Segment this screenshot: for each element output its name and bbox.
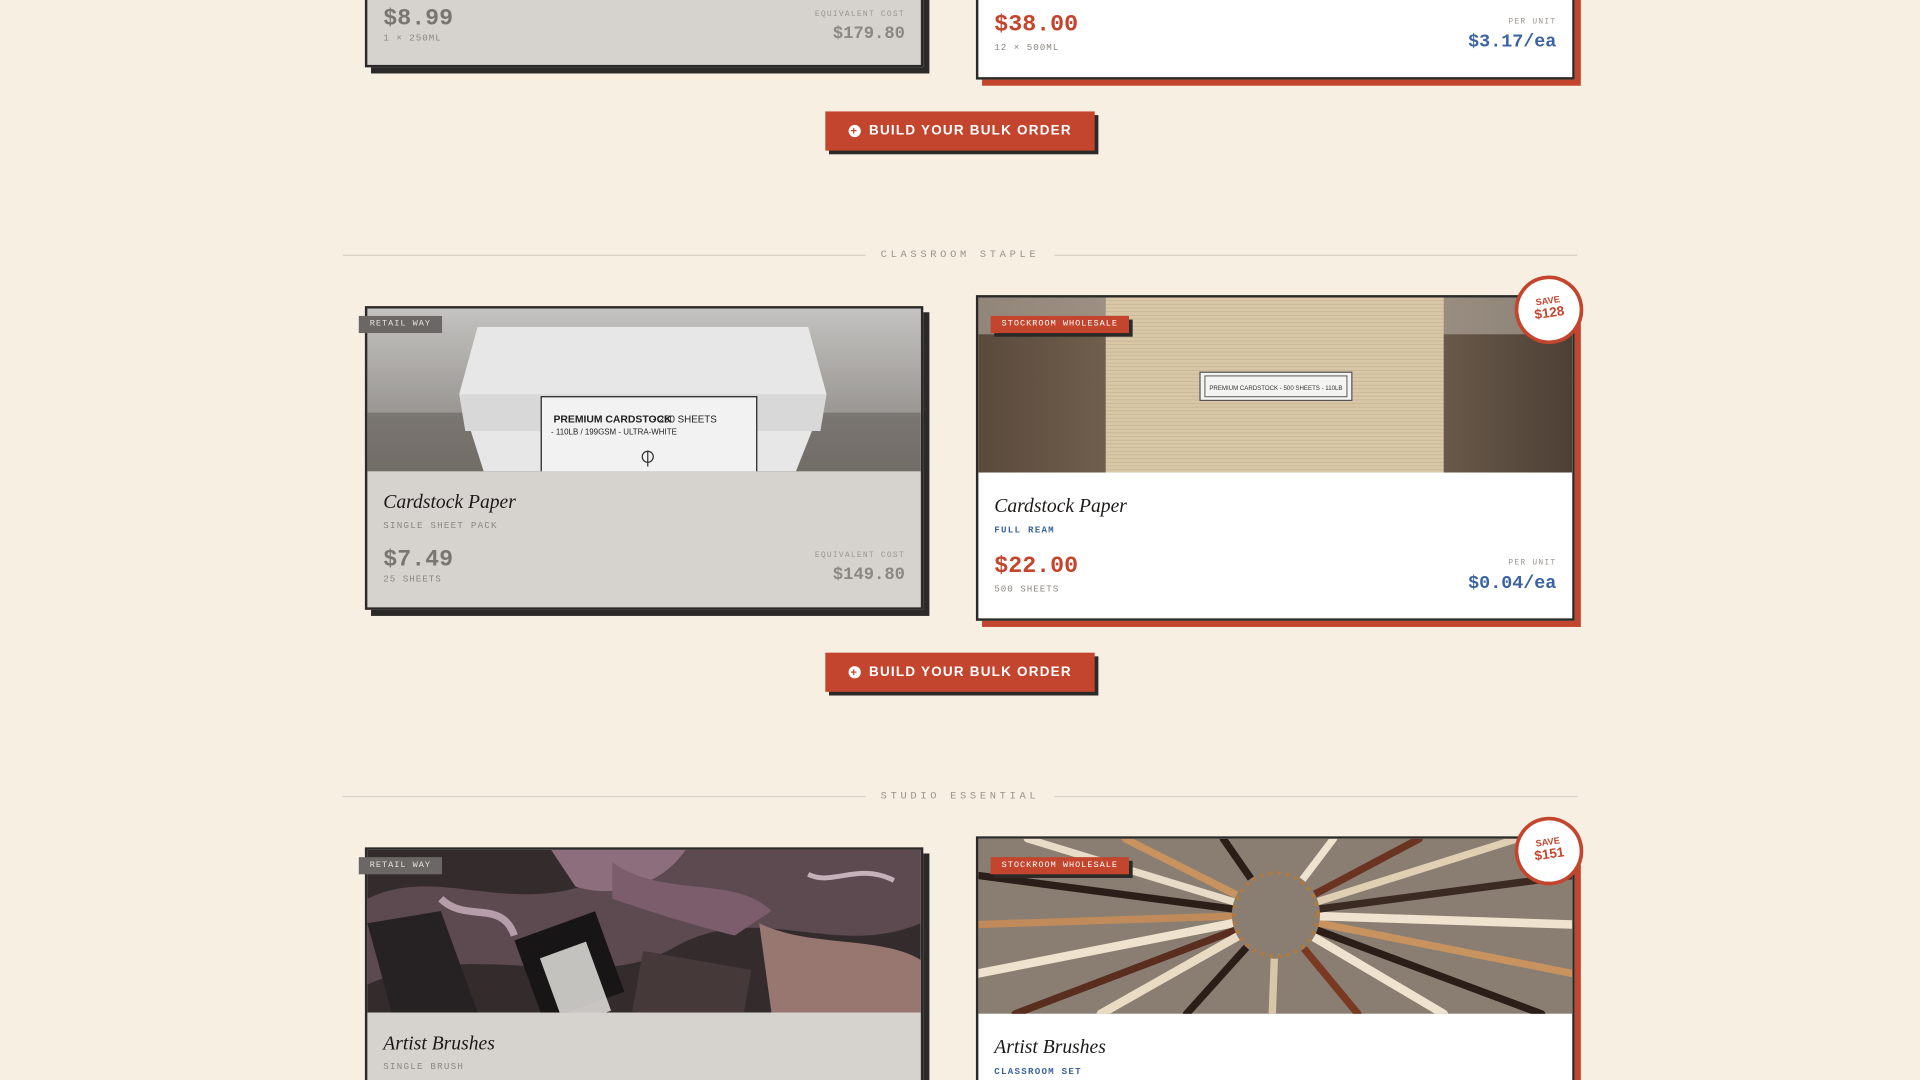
equivalent-cost-label: EQUIVALENT COST [814, 551, 905, 560]
cardstock-stack-image: PREMIUM CARDSTOCK - 250 SHEETS - 110LB /… [367, 308, 921, 472]
wholesale-price: $22.00 [994, 552, 1079, 580]
equivalent-cost-label: EQUIVALENT COST [814, 9, 905, 19]
wholesale-card-cardstock[interactable]: PREMIUM CARDSTOCK - 500 SHEETS - 110LB S… [975, 271, 1588, 621]
retail-card-brushes[interactable]: RETAIL WAY Artist Brushes SINGLE BRUSH [358, 847, 924, 1080]
build-bulk-order-label: BUILD YOUR BULK ORDER [868, 664, 1072, 680]
wholesale-card-top[interactable]: $38.00 12 × 500ML PER UNIT $3.17/ea [975, 0, 1575, 80]
per-unit-value: $0.04/ea [1468, 573, 1557, 594]
wholesale-price: $38.00 [994, 11, 1079, 38]
wholesale-card-brushes[interactable]: STOCKROOM WHOLESALE SAVE $151 Artist Bru… [975, 812, 1588, 1080]
per-unit-label: PER UNIT [1508, 558, 1557, 567]
product-title: Cardstock Paper [383, 492, 516, 514]
product-image: PREMIUM CARDSTOCK - 250 SHEETS - 110LB /… [367, 308, 921, 472]
product-subtitle: FULL REAM [994, 526, 1055, 537]
product-title: Artist Brushes [994, 1037, 1106, 1058]
stockroom-wholesale-tag: STOCKROOM WHOLESALE [990, 315, 1130, 334]
plus-icon: + [848, 124, 861, 138]
build-bulk-order-label: BUILD YOUR BULK ORDER [868, 123, 1072, 139]
plus-icon: + [848, 666, 861, 679]
build-bulk-order-button[interactable]: + BUILD YOUR BULK ORDER [825, 111, 1095, 151]
page: $8.99 1 × 250ML EQUIVALENT COST $179.80 … [0, 0, 1920, 1080]
wholesale-qty: 500 SHEETS [994, 585, 1060, 596]
equivalent-cost-value: $149.80 [832, 565, 905, 586]
product-subtitle: CLASSROOM SET [994, 1067, 1082, 1078]
retail-qty: 1 × 250ML [383, 34, 442, 45]
retail-way-tag: RETAIL WAY [358, 315, 443, 334]
wholesale-qty: 12 × 500ML [994, 44, 1060, 54]
section-label: CLASSROOM STAPLE [0, 248, 1920, 261]
package-label-line1b: - 250 SHEETS [653, 414, 718, 425]
equivalent-cost-value: $179.80 [832, 24, 905, 45]
package-label-line2: - 110LB / 199GSM - ULTRA-WHITE [551, 428, 677, 437]
per-unit-label: PER UNIT [1508, 17, 1557, 26]
section-label-text: CLASSROOM STAPLE [865, 248, 1055, 261]
section-label: STUDIO ESSENTIAL [0, 789, 1920, 803]
retail-way-tag: RETAIL WAY [358, 857, 443, 875]
retail-card-top[interactable]: $8.99 1 × 250ML EQUIVALENT COST $179.80 [364, 0, 924, 68]
product-image [367, 849, 921, 1013]
ream-label: PREMIUM CARDSTOCK - 500 SHEETS - 110LB [1209, 385, 1342, 392]
paint-brushes-image [367, 849, 921, 1013]
per-unit-value: $3.17/ea [1468, 31, 1557, 53]
retail-qty: 25 SHEETS [383, 575, 442, 586]
retail-price: $7.49 [383, 546, 454, 574]
retail-price: $8.99 [383, 4, 454, 32]
retail-card-cardstock[interactable]: PREMIUM CARDSTOCK - 250 SHEETS - 110LB /… [358, 306, 924, 610]
product-subtitle: SINGLE BRUSH [383, 1062, 465, 1073]
product-title: Cardstock Paper [994, 495, 1127, 517]
stockroom-wholesale-tag: STOCKROOM WHOLESALE [990, 857, 1130, 875]
product-title: Artist Brushes [383, 1033, 495, 1055]
section-label-text: STUDIO ESSENTIAL [865, 789, 1055, 803]
build-bulk-order-button[interactable]: + BUILD YOUR BULK ORDER [825, 652, 1095, 692]
product-subtitle: SINGLE SHEET PACK [383, 521, 498, 532]
